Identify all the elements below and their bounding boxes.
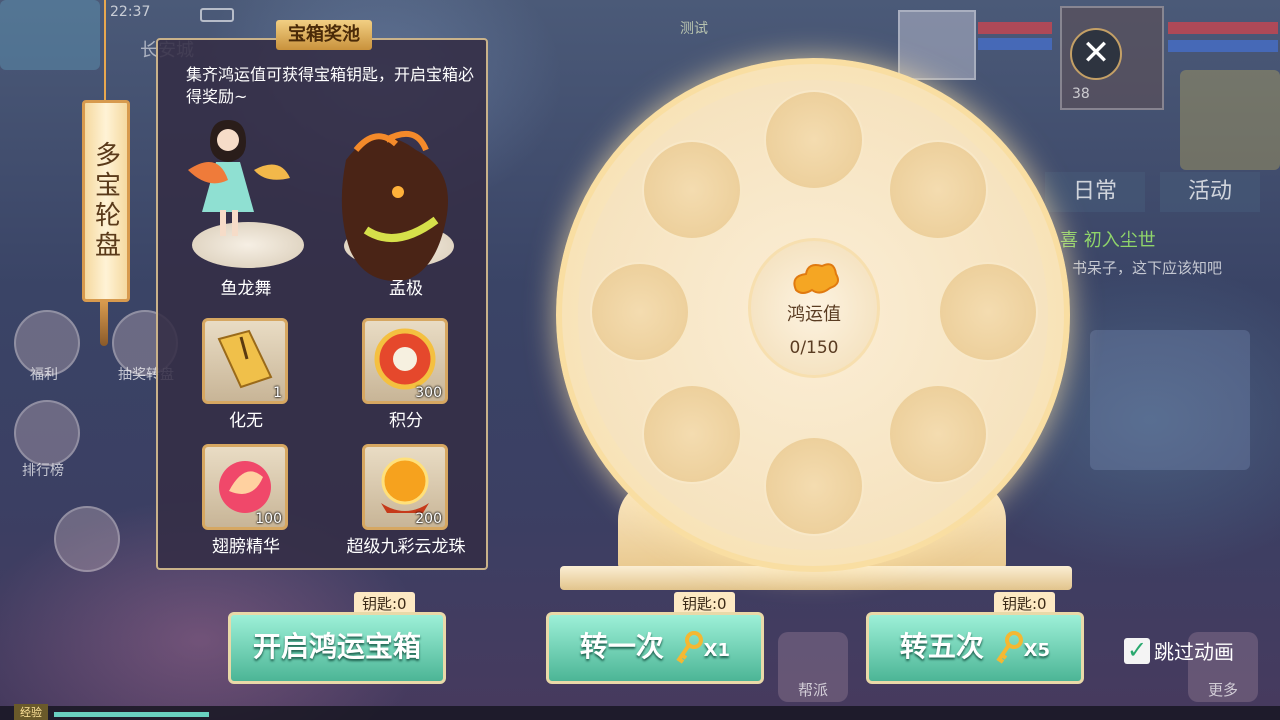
wheel-slot[interactable] (642, 384, 742, 484)
ranking-icon[interactable] (14, 400, 80, 466)
more-label: 更多 (1207, 681, 1238, 699)
wheel-slot[interactable] (888, 140, 988, 240)
fortune-cloud-icon (793, 263, 839, 294)
item-points[interactable]: 300 (362, 318, 448, 404)
open-chest-button[interactable]: 开启鸿运宝箱 (228, 612, 446, 684)
item-dragon-pearl-name: 超级九彩云龙珠 (346, 537, 466, 557)
item-wing-essence-name: 翅膀精华 (212, 537, 280, 557)
item-huawu-name: 化无 (229, 411, 263, 431)
item-huawu[interactable]: 1 (202, 318, 288, 404)
key-icon (676, 631, 703, 664)
scroll-string (104, 0, 106, 100)
chat-icon[interactable] (54, 506, 120, 572)
spin-five-label: 转五次 (899, 630, 984, 663)
close-button[interactable]: ✕ (1070, 28, 1122, 80)
wheel-slot[interactable] (888, 384, 988, 484)
guild-label: 帮派 (797, 681, 828, 699)
item-points-name: 积分 (389, 411, 423, 431)
checkbox-checked-icon[interactable]: ✓ (1124, 637, 1150, 664)
wheel-slot[interactable] (764, 90, 864, 190)
spin-five-mult: X5 (1023, 640, 1051, 661)
welfare-label: 福利 (30, 367, 58, 383)
tab-daily[interactable]: 日常 (1045, 172, 1145, 212)
panel-title-scroll: 多宝轮盘 (82, 100, 130, 302)
item-wing-essence[interactable]: 100 (202, 444, 288, 530)
wheel-slot[interactable] (764, 436, 864, 536)
character-mengji-name: 孟极 (389, 279, 423, 299)
player-level: 38 (1072, 86, 1090, 102)
battery-icon (200, 8, 234, 22)
spin-five-button[interactable]: 转五次 X5 (866, 612, 1084, 684)
reward-pool-description: 集齐鸿运值可获得宝箱钥匙，开启宝箱必得奖励~ (186, 65, 475, 106)
item-count: 200 (415, 511, 442, 527)
spin-once-label: 转一次 (579, 630, 664, 663)
clock: 22:37 (110, 4, 151, 20)
reward-pool-title: 宝箱奖池 (276, 20, 372, 50)
wheel-slot[interactable] (590, 262, 690, 362)
pet-avatar[interactable] (898, 10, 976, 80)
skip-animation-toggle[interactable]: ✓ 跳过动画 (1124, 636, 1234, 665)
skip-animation-label: 跳过动画 (1154, 640, 1234, 664)
quest-text: 书呆子，这下应该知吧 (1072, 259, 1223, 277)
open-chest-label: 开启鸿运宝箱 (252, 630, 421, 663)
character-yulongwu-name: 鱼龙舞 (220, 279, 272, 299)
key-icon (996, 631, 1023, 664)
item-dragon-pearl[interactable]: 200 (362, 444, 448, 530)
character-yulongwu-figure[interactable] (168, 110, 298, 260)
tab-activity[interactable]: 活动 (1160, 172, 1260, 212)
item-count: 100 (255, 511, 282, 527)
exp-bar (54, 712, 209, 717)
ranking-label: 排行榜 (22, 463, 64, 479)
guild-button[interactable]: 帮派 (778, 632, 848, 702)
pet-hp-bar (978, 22, 1052, 34)
wheel-slot[interactable] (938, 262, 1038, 362)
fortune-value: 0/150 (789, 338, 839, 358)
exp-label: 经验 (14, 704, 48, 720)
character-mengji-figure[interactable] (326, 120, 466, 300)
item-count: 1 (273, 385, 282, 401)
spin-once-button[interactable]: 转一次 X1 (546, 612, 764, 684)
player-hp-bar (1168, 22, 1278, 34)
close-icon: ✕ (1081, 33, 1111, 73)
item-count: 300 (415, 385, 442, 401)
quest-title[interactable]: 喜 初入尘世 (1060, 226, 1156, 252)
player-mp-bar (1168, 40, 1278, 52)
spin-once-mult: X1 (703, 640, 731, 661)
fortune-value-label: 鸿运值 (787, 304, 841, 325)
test-label: 测试 (680, 21, 708, 37)
scroll-tassel (100, 302, 108, 346)
pet-mp-bar (978, 38, 1052, 50)
wheel-slot[interactable] (642, 140, 742, 240)
